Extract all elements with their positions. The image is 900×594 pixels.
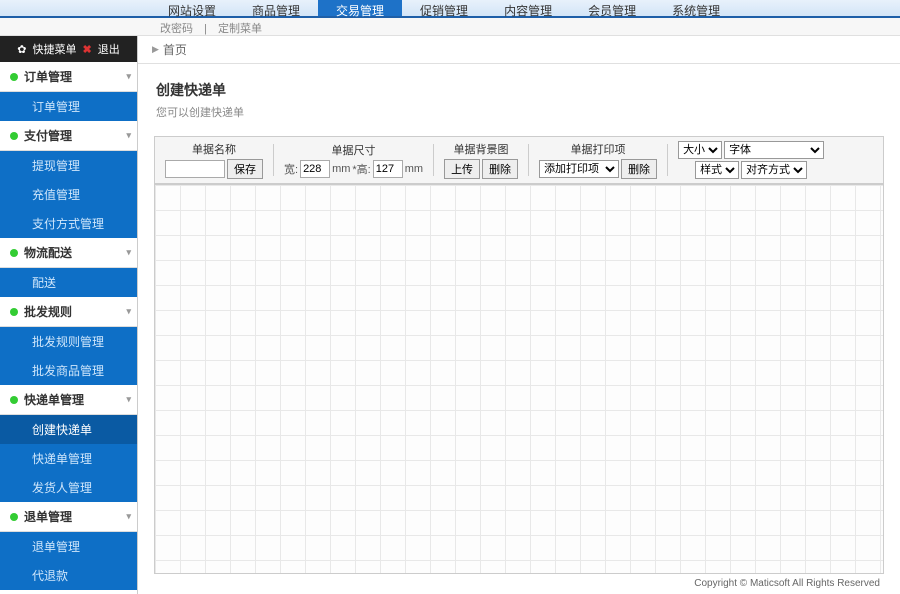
- section-head-1[interactable]: 支付管理▾: [0, 121, 137, 151]
- topnav-tab-3[interactable]: 促销管理: [402, 0, 486, 16]
- section-head-4[interactable]: 快递单管理▾: [0, 385, 137, 415]
- dot-icon: [10, 249, 18, 257]
- size-select[interactable]: 大小: [678, 141, 722, 159]
- dot-icon: [10, 396, 18, 404]
- main-area: ▶ 首页 创建快递单 您可以创建快递单 单据名称 保存 单据尺寸 宽: mm: [137, 36, 900, 594]
- height-input[interactable]: [373, 160, 403, 178]
- breadcrumb: ▶ 首页: [138, 36, 900, 64]
- chevron-down-icon: ▾: [126, 130, 131, 141]
- height-unit: mm: [405, 163, 423, 175]
- triangle-icon: ▶: [152, 44, 159, 55]
- bg-label: 单据背景图: [454, 141, 509, 157]
- quickbar-label: 快捷菜单: [33, 41, 77, 57]
- gear-icon: ✿: [17, 43, 26, 56]
- dot-icon: [10, 513, 18, 521]
- sidebar-item-1-1[interactable]: 充值管理: [0, 180, 137, 209]
- dot-icon: [10, 308, 18, 316]
- sidebar-item-0-0[interactable]: 订单管理: [0, 92, 137, 121]
- add-print-select[interactable]: 添加打印项: [539, 160, 619, 178]
- topnav-tab-2[interactable]: 交易管理: [318, 0, 402, 16]
- topnav-tab-6[interactable]: 系统管理: [654, 0, 738, 16]
- section-head-5[interactable]: 退单管理▾: [0, 502, 137, 532]
- section-head-6[interactable]: 运营统计▾: [0, 590, 137, 594]
- style-select[interactable]: 样式: [695, 161, 739, 179]
- subbar-right[interactable]: 定制菜单: [218, 23, 262, 35]
- upload-button[interactable]: 上传: [444, 159, 480, 179]
- topnav-tab-5[interactable]: 会员管理: [570, 0, 654, 16]
- sidebar-item-4-1[interactable]: 快递单管理: [0, 444, 137, 473]
- font-select[interactable]: 字体: [724, 141, 824, 159]
- name-label: 单据名称: [192, 141, 236, 157]
- sidebar-item-4-2[interactable]: 发货人管理: [0, 473, 137, 502]
- toolbar: 单据名称 保存 单据尺寸 宽: mm *高: mm: [154, 136, 884, 184]
- sidebar: ✿ 快捷菜单 ✖ 退出 订单管理▾订单管理支付管理▾提现管理充值管理支付方式管理…: [0, 36, 137, 594]
- dot-icon: [10, 132, 18, 140]
- sub-bar: 改密码 | 定制菜单: [0, 18, 900, 36]
- crumb-home[interactable]: 首页: [163, 41, 187, 58]
- save-button[interactable]: 保存: [227, 159, 263, 179]
- quickbar-exit[interactable]: 退出: [98, 41, 120, 57]
- subbar-left[interactable]: 改密码: [160, 23, 193, 35]
- sidebar-item-4-0[interactable]: 创建快递单: [0, 415, 137, 444]
- section-head-0[interactable]: 订单管理▾: [0, 62, 137, 92]
- name-input[interactable]: [165, 160, 225, 178]
- sidebar-item-5-0[interactable]: 退单管理: [0, 532, 137, 561]
- close-icon[interactable]: ✖: [83, 43, 92, 56]
- section-head-3[interactable]: 批发规则▾: [0, 297, 137, 327]
- height-prefix: *高:: [352, 161, 370, 177]
- page-title: 创建快递单: [156, 80, 882, 100]
- sidebar-item-2-0[interactable]: 配送: [0, 268, 137, 297]
- top-nav: 网站设置商品管理交易管理促销管理内容管理会员管理系统管理: [0, 0, 900, 18]
- sidebar-item-3-0[interactable]: 批发规则管理: [0, 327, 137, 356]
- chevron-down-icon: ▾: [126, 394, 131, 405]
- topnav-tab-4[interactable]: 内容管理: [486, 0, 570, 16]
- quick-bar: ✿ 快捷菜单 ✖ 退出: [0, 36, 137, 62]
- delete-bg-button[interactable]: 删除: [482, 159, 518, 179]
- topnav-tab-0[interactable]: 网站设置: [150, 0, 234, 16]
- width-unit: mm: [332, 163, 350, 175]
- sidebar-item-1-0[interactable]: 提现管理: [0, 151, 137, 180]
- sidebar-item-3-1[interactable]: 批发商品管理: [0, 356, 137, 385]
- dot-icon: [10, 73, 18, 81]
- sidebar-item-1-2[interactable]: 支付方式管理: [0, 209, 137, 238]
- design-canvas[interactable]: [154, 184, 884, 574]
- sidebar-item-5-1[interactable]: 代退款: [0, 561, 137, 590]
- chevron-down-icon: ▾: [126, 511, 131, 522]
- section-head-2[interactable]: 物流配送▾: [0, 238, 137, 268]
- align-select[interactable]: 对齐方式: [741, 161, 807, 179]
- print-label: 单据打印项: [571, 141, 626, 157]
- chevron-down-icon: ▾: [126, 306, 131, 317]
- chevron-down-icon: ▾: [126, 247, 131, 258]
- topnav-tab-1[interactable]: 商品管理: [234, 0, 318, 16]
- footer: Copyright © Maticsoft All Rights Reserve…: [138, 578, 900, 594]
- width-input[interactable]: [300, 160, 330, 178]
- page-subtitle: 您可以创建快递单: [156, 104, 882, 120]
- chevron-down-icon: ▾: [126, 71, 131, 82]
- size-label: 单据尺寸: [332, 142, 376, 158]
- width-prefix: 宽:: [284, 161, 298, 177]
- delete-print-button[interactable]: 删除: [621, 159, 657, 179]
